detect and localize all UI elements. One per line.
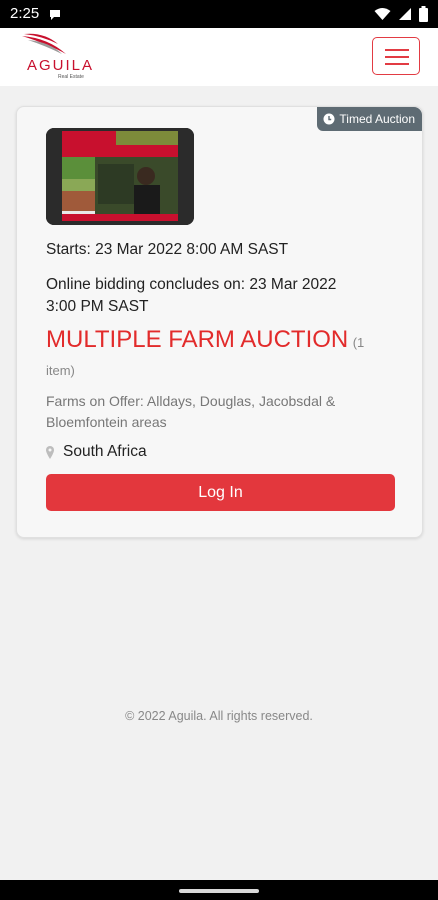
login-button[interactable]: Log In xyxy=(46,474,395,511)
app-header: AGUILA Real Estate xyxy=(0,28,438,86)
footer-copyright: © 2022 Aguila. All rights reserved. xyxy=(125,709,313,723)
location: South Africa xyxy=(46,441,147,463)
map-pin-icon xyxy=(46,445,54,459)
logo-name: AGUILA xyxy=(27,57,95,74)
status-bar: 2:25 xyxy=(0,0,438,28)
logo-swoosh-icon xyxy=(22,33,66,54)
aguila-logo[interactable]: AGUILA Real Estate xyxy=(18,32,102,82)
signal-icon xyxy=(399,8,411,20)
location-label: South Africa xyxy=(63,443,147,460)
bidding-end-date: Online bidding concludes on: 23 Mar 2022 xyxy=(46,276,337,293)
auction-description: Farms on Offer: Alldays, Douglas, Jacobs… xyxy=(46,393,336,430)
wifi-icon xyxy=(374,8,391,20)
notification-icon xyxy=(50,10,60,20)
timed-auction-badge: Timed Auction xyxy=(317,107,422,131)
start-date: Starts: 23 Mar 2022 8:00 AM SAST xyxy=(46,241,289,258)
auction-flyer-image xyxy=(46,128,194,225)
home-handle[interactable] xyxy=(179,889,259,893)
navigation-bar xyxy=(0,880,438,900)
menu-button[interactable] xyxy=(372,37,420,75)
status-time: 2:25 xyxy=(10,5,40,22)
clock-icon xyxy=(323,113,335,125)
logo-subtitle: Real Estate xyxy=(58,74,84,80)
badge-label: Timed Auction xyxy=(339,112,415,126)
auction-thumbnail[interactable] xyxy=(46,128,194,225)
bidding-end-time: 3:00 PM SAST xyxy=(46,298,149,315)
auction-title-block[interactable]: MULTIPLE FARM AUCTION (1 item) xyxy=(46,326,396,385)
hamburger-icon xyxy=(385,49,409,51)
auction-card[interactable]: Timed Auction Starts: 23 Mar 2022 8:00 A… xyxy=(16,106,423,538)
status-icons xyxy=(374,6,428,22)
auction-title[interactable]: MULTIPLE FARM AUCTION xyxy=(46,326,348,353)
battery-icon xyxy=(419,6,428,22)
